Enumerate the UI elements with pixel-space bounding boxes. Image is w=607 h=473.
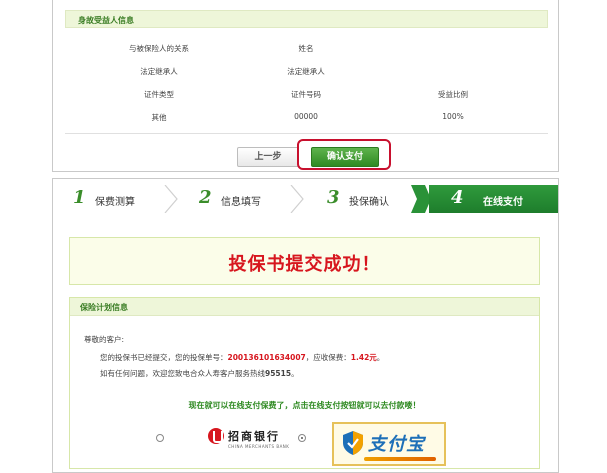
success-message: 投保书提交成功！ [228,254,381,275]
relation-label: 与被保险人的关系 [129,44,189,53]
policy-line-suffix: 。 [376,353,385,362]
cmb-radio[interactable] [156,434,164,442]
beneficiary-section-title: 身故受益人信息 [78,16,134,25]
premium-amount: 1.42元 [350,353,377,362]
hotline-number: 95515 [265,369,292,378]
step-premium-calc: 1 保费测算 [53,185,178,213]
success-banner: 投保书提交成功！ [69,237,540,285]
id-number-value: 00000 [294,112,318,121]
cmb-bank-option[interactable]: 招商银行 CHINA MERCHANTS BANK [206,425,298,453]
beneficiary-panel: 身故受益人信息 与被保险人的关系 姓名 法定继承人 法定继承人 证件类型 证件号… [52,0,559,172]
name-value: 法定继承人 [287,67,325,76]
step-label: 信息填写 [221,197,261,208]
confirm-payment-button[interactable]: 确认支付 [311,147,379,167]
step-number: 4 [451,187,464,208]
cmb-bank-english: CHINA MERCHANTS BANK [228,444,290,449]
relation-value: 法定继承人 [140,67,178,76]
greeting-text: 尊敬的客户: [84,335,125,344]
alipay-shield-icon [343,431,363,455]
alipay-swoosh [364,457,436,461]
id-type-value: 其他 [151,113,167,122]
policy-line: 您的投保书已经提交，您的投保单号：200136101634007，应收保费：1.… [100,352,384,363]
cmb-bank-name: 招商银行 [228,430,280,443]
alipay-name: 支付宝 [368,434,425,455]
step-separator-icon [164,185,178,213]
active-step-arrow-icon [411,185,431,213]
id-type-label: 证件类型 [144,90,174,99]
step-number: 1 [73,187,86,208]
name-label: 姓名 [298,44,314,53]
policy-number: 200136101634007 [227,353,306,362]
step-label: 保费测算 [95,197,135,208]
alipay-radio[interactable] [298,434,306,442]
policy-line-prefix: 您的投保书已经提交，您的投保单号： [100,353,228,362]
plan-info-box: 保险计划信息 尊敬的客户: 您的投保书已经提交，您的投保单号：200136101… [69,297,540,469]
step-label: 投保确认 [349,197,389,208]
id-number-label: 证件号码 [291,90,321,99]
plan-section-header: 保险计划信息 [70,298,539,316]
previous-step-button[interactable]: 上一步 [237,147,299,167]
benefit-ratio-value: 100% [442,112,464,121]
payment-panel: 1 保费测算 2 信息填写 3 投保确认 4 在线支付 投保书提交成功！ 保险计 [52,178,559,473]
divider [65,133,548,134]
step-separator-icon [290,185,304,213]
step-label: 在线支付 [483,197,523,208]
cmb-logo-icon [208,428,224,444]
alipay-option[interactable]: 支付宝 [332,422,446,466]
beneficiary-section-header: 身故受益人信息 [65,10,548,28]
step-number: 3 [327,187,340,208]
progress-steps: 1 保费测算 2 信息填写 3 投保确认 4 在线支付 [53,185,558,213]
hotline-line-suffix: 。 [291,369,299,378]
plan-section-title: 保险计划信息 [80,303,128,312]
hotline-line: 如有任何问题，欢迎您致电合众人寿客户服务热线95515。 [100,368,299,379]
step-number: 2 [199,187,212,208]
benefit-ratio-label: 受益比例 [438,90,468,99]
policy-line-middle: ，应收保费： [305,353,351,362]
step-online-payment: 4 在线支付 [429,185,558,213]
step-info-fill: 2 信息填写 [179,185,304,213]
hotline-line-prefix: 如有任何问题，欢迎您致电合众人寿客户服务热线 [100,369,265,378]
step-confirm: 3 投保确认 [305,185,425,213]
payment-notice: 现在就可以在线支付保费了，点击在线支付按钮就可以去付款喽！ [188,401,421,410]
